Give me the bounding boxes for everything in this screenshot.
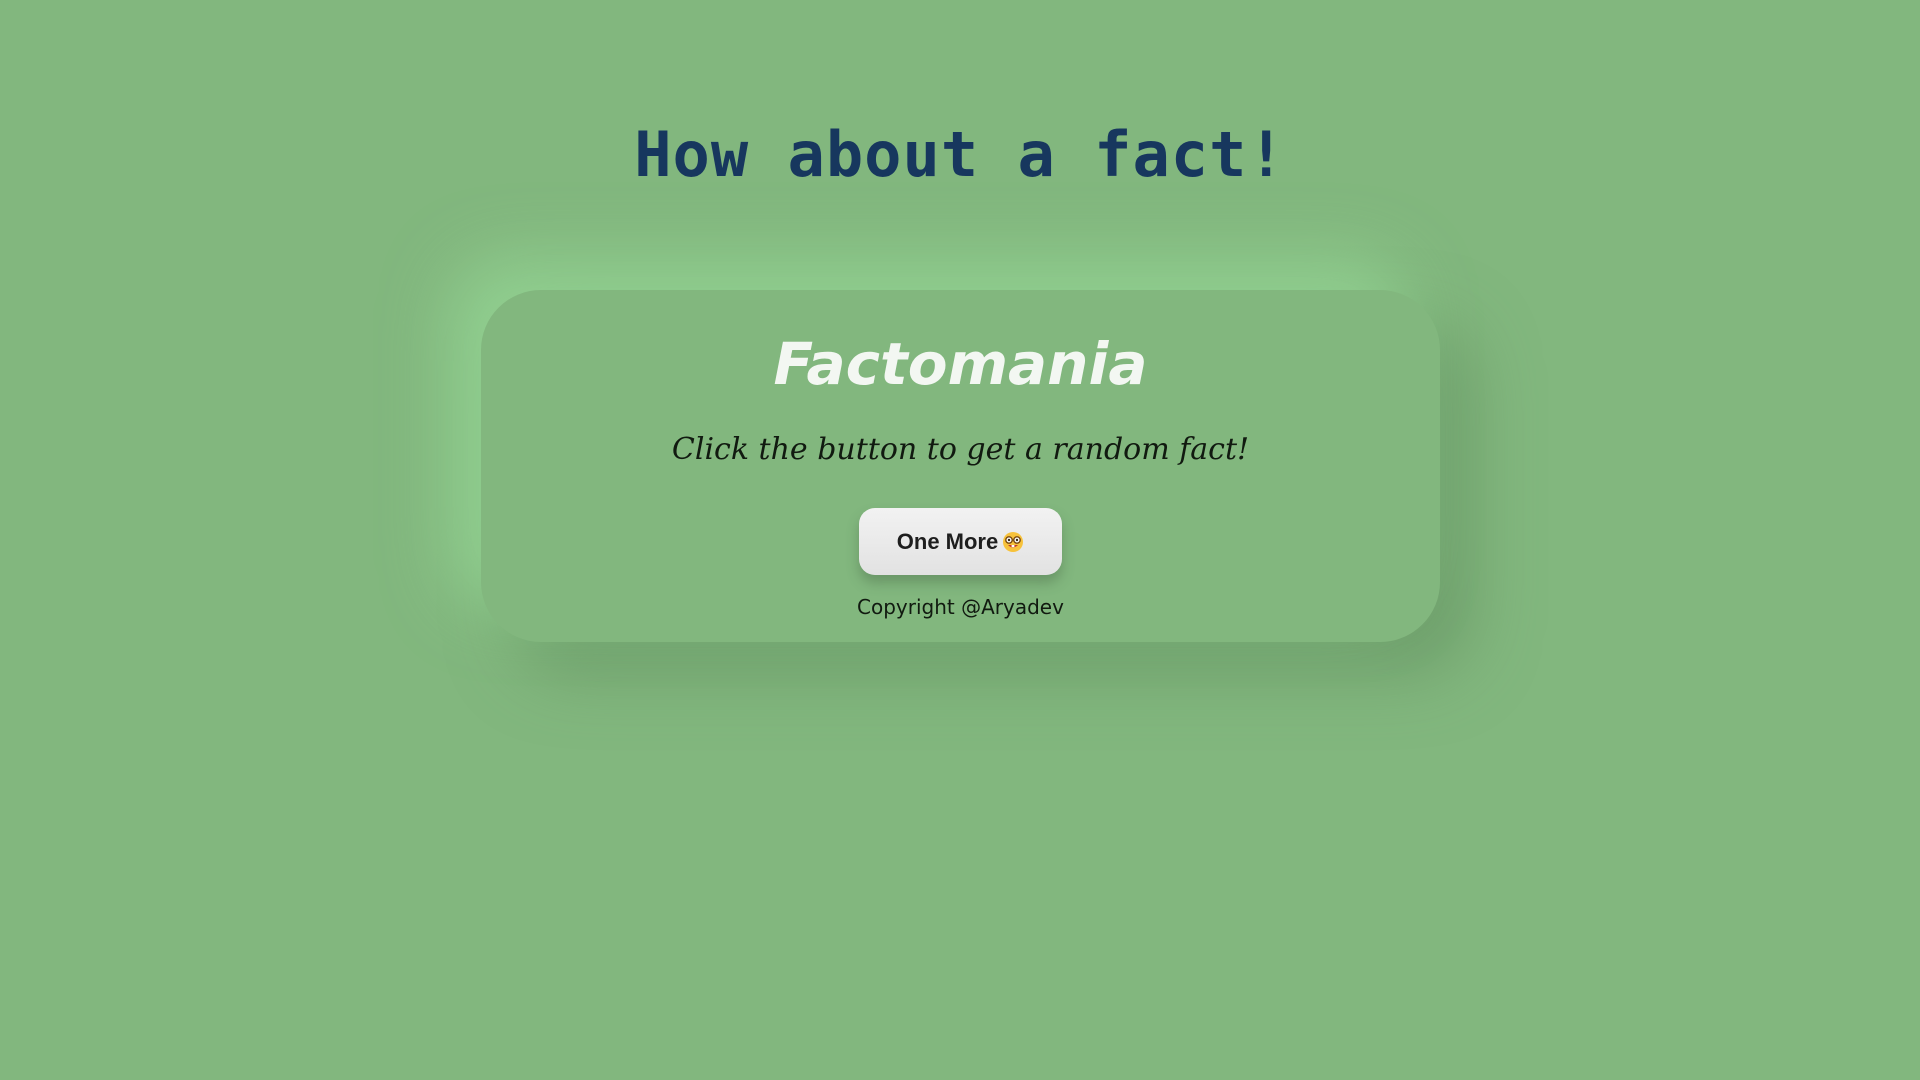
nerd-face-emoji-icon [1002, 531, 1024, 553]
copyright-text: Copyright @Aryadev [857, 595, 1064, 619]
one-more-button-label: One More [896, 528, 999, 554]
one-more-button[interactable]: One More [859, 508, 1062, 575]
card-title: Factomania [773, 330, 1148, 398]
page-headline: How about a fact! [634, 118, 1286, 191]
page: How about a fact! Factomania Click the b… [0, 0, 1920, 1080]
fact-card: Factomania Click the button to get a ran… [481, 290, 1440, 642]
card-subtitle: Click the button to get a random fact! [671, 432, 1250, 467]
